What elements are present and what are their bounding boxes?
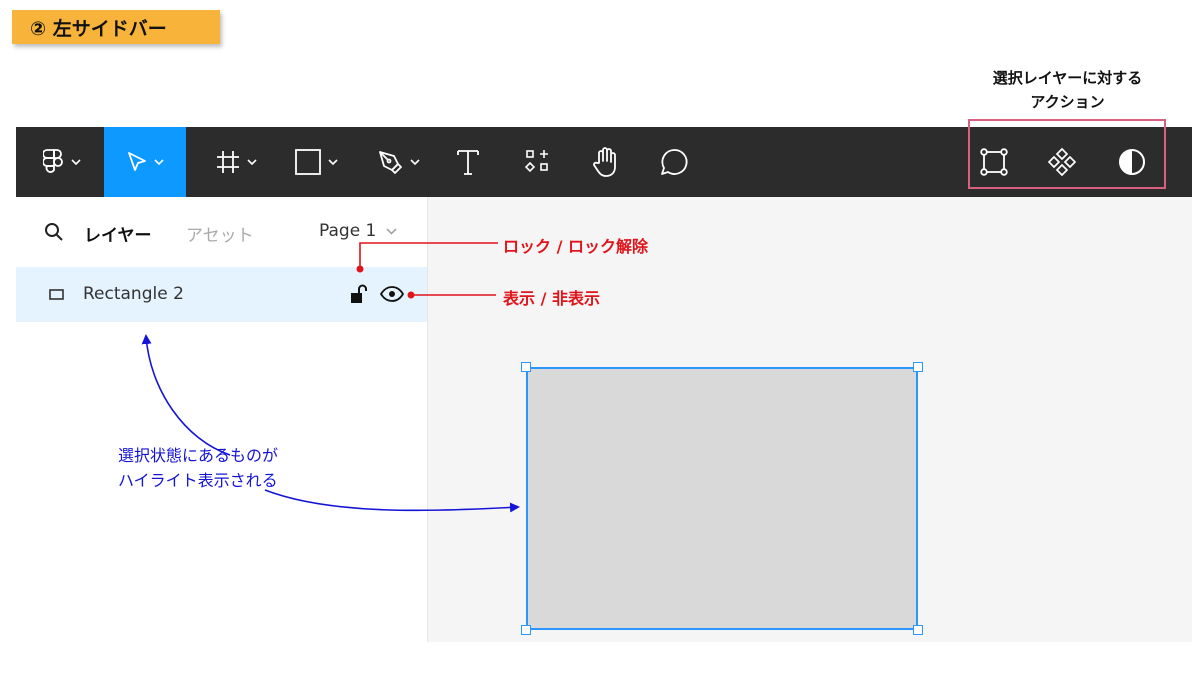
lock-annotation: ロック / ロック解除 [503, 237, 648, 256]
highlight-annotation: 選択状態にあるものが ハイライト表示される [118, 443, 278, 493]
visibility-leader-dot [407, 291, 415, 299]
highlight-arrow-to-layer [141, 334, 231, 456]
visibility-annotation: 表示 / 非表示 [503, 289, 600, 308]
highlight-arrow-to-canvas [264, 489, 520, 513]
lock-leader-dot [356, 265, 364, 273]
lock-leader-line [359, 242, 498, 269]
annotation-overlay [141, 242, 520, 513]
highlight-annotation-line1: 選択状態にあるものが [118, 446, 279, 465]
highlight-annotation-line2: ハイライト表示される [118, 471, 278, 490]
